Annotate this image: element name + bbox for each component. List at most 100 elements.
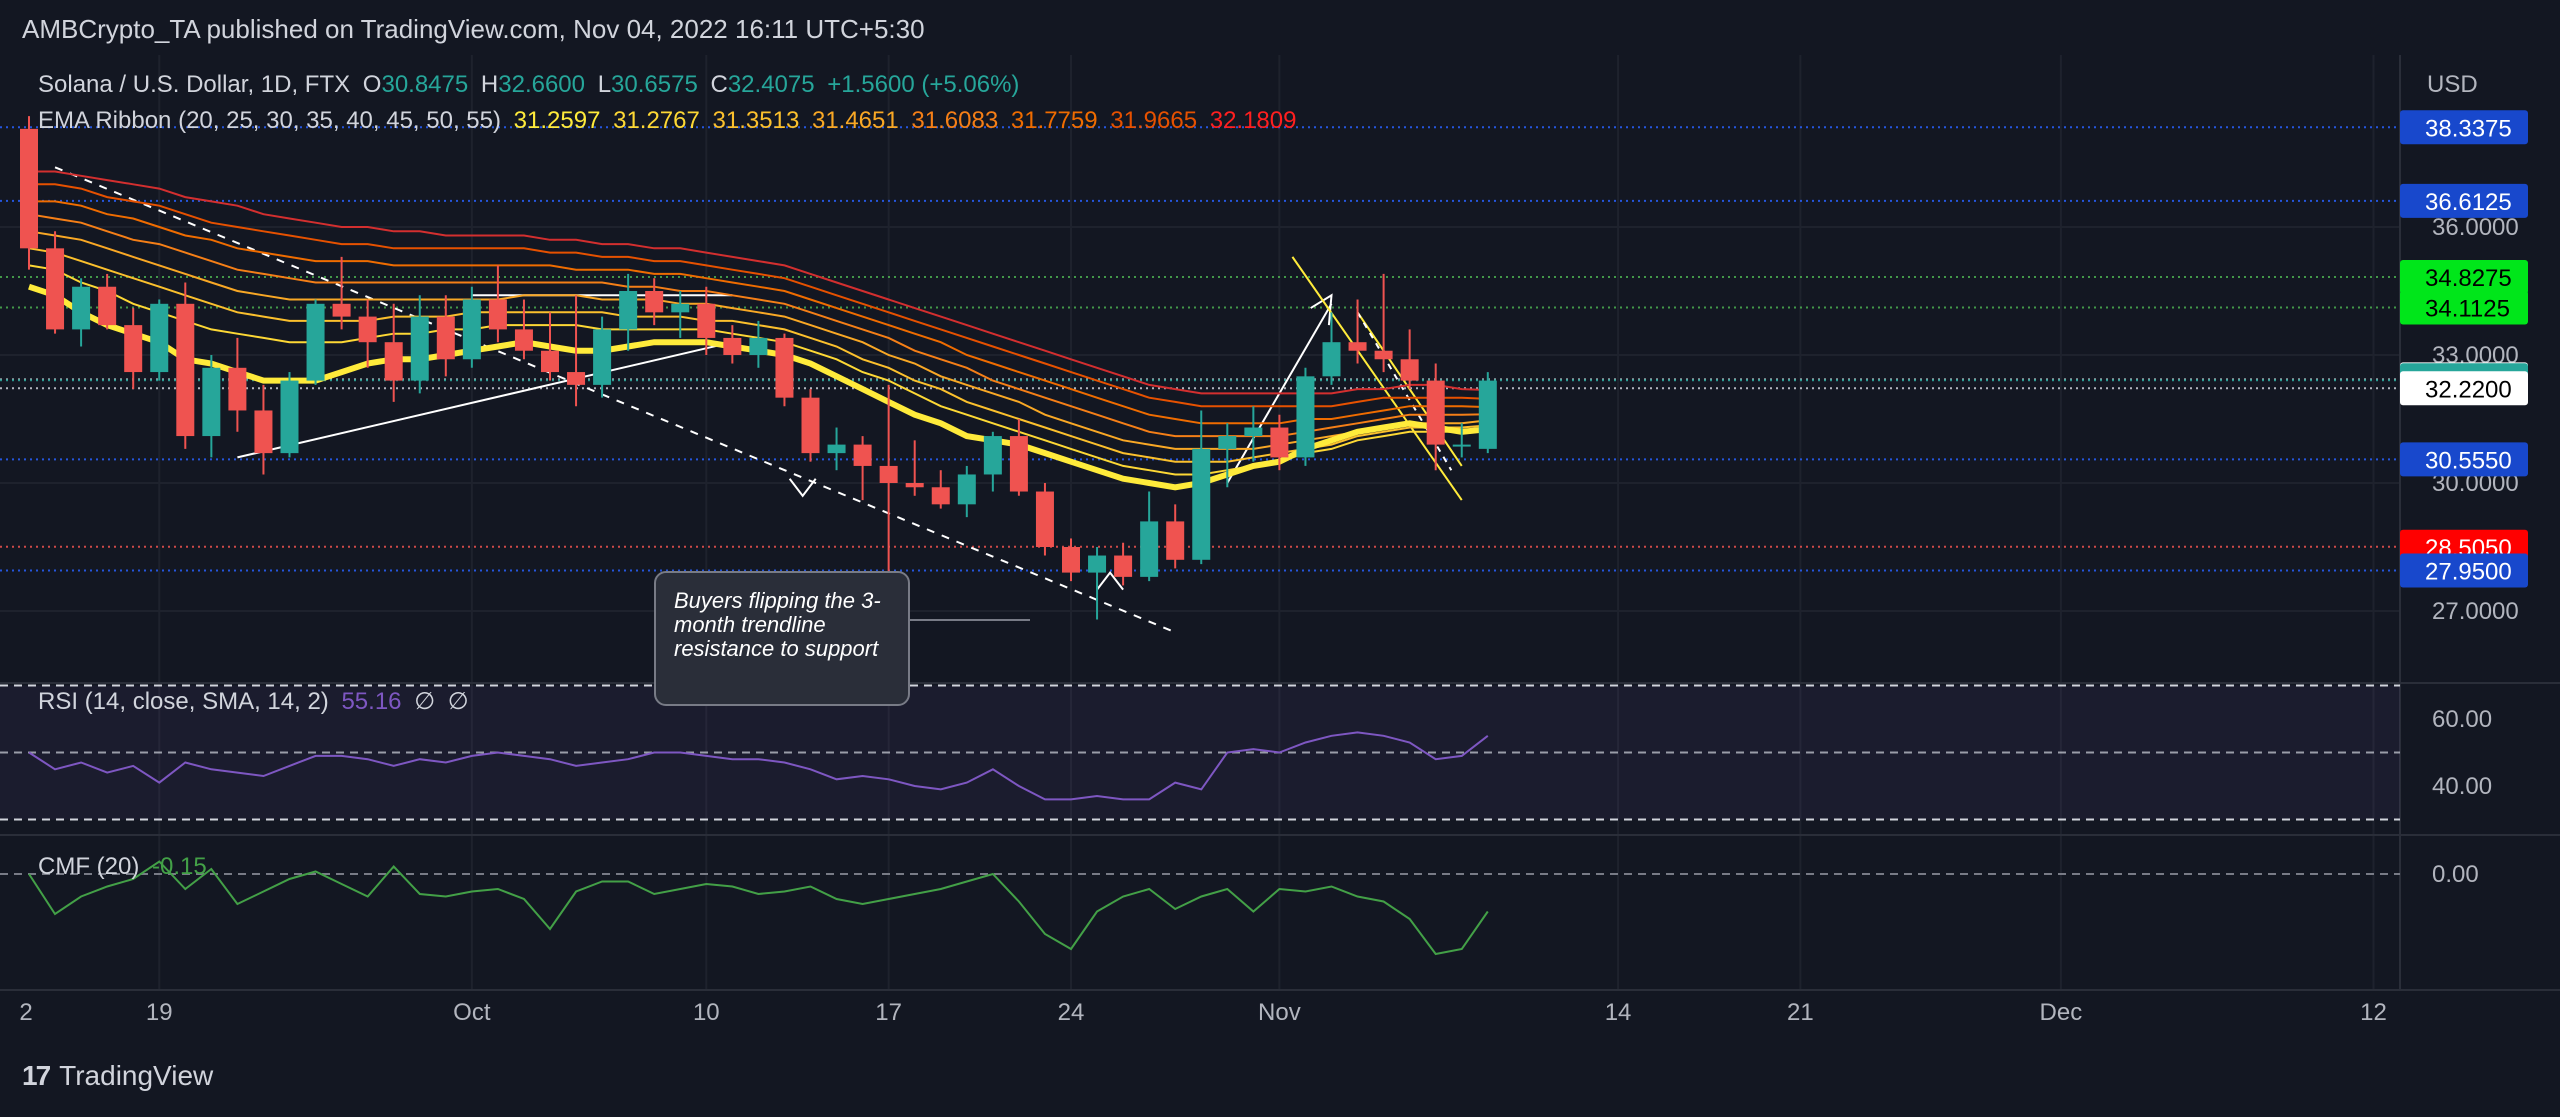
rsi-tick-label: 40.00: [2432, 773, 2492, 800]
candle: [1374, 273, 1393, 373]
candle-body: [1452, 444, 1471, 447]
candle: [254, 384, 273, 475]
candle-body: [827, 444, 846, 454]
candle: [1088, 547, 1107, 620]
candle: [775, 333, 794, 407]
candle-body: [541, 350, 559, 373]
candle: [905, 440, 924, 496]
time-tick-label: 24: [1058, 999, 1085, 1026]
price-level-tag: 32.2200: [2400, 371, 2528, 406]
price-tick-label: 36.0000: [2432, 214, 2519, 241]
rsi-tick-label: 60.00: [2432, 706, 2492, 733]
candle-body: [488, 299, 507, 330]
time-tick-label: Nov: [1258, 999, 1301, 1026]
candle-body: [436, 316, 455, 360]
close-value: 32.4075: [727, 71, 815, 98]
candle-body: [150, 303, 169, 373]
ema-value: 31.4651: [811, 107, 899, 134]
tradingview-brand: TradingView: [59, 1060, 214, 1091]
candle-body: [1348, 342, 1367, 351]
candle-body: [202, 367, 221, 437]
candle: [72, 278, 91, 347]
change-value: +1.5600 (+5.06%): [827, 71, 1020, 98]
price-level-tag: 34.1125: [2400, 290, 2528, 325]
annotation-callout: Buyers flipping the 3-month trendline re…: [654, 571, 910, 706]
tradingview-footer[interactable]: 17 TradingView: [22, 1060, 213, 1092]
candle: [1244, 406, 1263, 462]
candle-body: [1140, 521, 1159, 577]
candle-body: [98, 286, 117, 326]
time-tick-label: 21: [1787, 999, 1814, 1026]
candle-body: [905, 483, 924, 488]
candle-body: [254, 410, 273, 454]
price-chart[interactable]: USD36.000033.000030.000027.000038.337536…: [0, 55, 2560, 1055]
price-level-tag-label: 34.1125: [2425, 296, 2510, 323]
price-level-tag: 36.6125: [2400, 183, 2528, 218]
candle: [20, 116, 38, 270]
candle: [1478, 372, 1497, 454]
candle: [98, 273, 117, 330]
ema-value: 31.6083: [911, 107, 999, 134]
candle-body: [1322, 342, 1341, 377]
candle-body: [1114, 555, 1133, 577]
candle: [931, 470, 950, 509]
candle-body: [462, 299, 481, 360]
trendlines: [54, 166, 1463, 634]
candle-body: [1166, 521, 1185, 560]
candle-body: [567, 372, 586, 385]
descending-trendline: [54, 166, 1176, 634]
candle: [124, 308, 143, 390]
ema-title: EMA Ribbon (20, 25, 30, 35, 40, 45, 50, …: [38, 107, 501, 134]
ema-line: [28, 264, 1488, 476]
candle: [879, 384, 898, 594]
cmf-pane: 0.00: [0, 860, 2479, 956]
candle-body: [1035, 491, 1054, 547]
price-level-tag: 38.3375: [2400, 110, 2528, 145]
price-level-tag-label: 27.9500: [2425, 558, 2512, 585]
candle-body: [228, 367, 247, 411]
chart-area[interactable]: USD 36.0000 33.0000 30.0000 27.0000 38.3375 36…: [0, 55, 2560, 1055]
rsi-legend: RSI (14, close, SMA, 14, 2) 55.16 ∅ ∅: [38, 687, 475, 716]
candle-body: [775, 337, 794, 398]
time-tick-label: 17: [875, 999, 902, 1026]
candle: [853, 436, 872, 501]
candle: [1348, 299, 1367, 364]
cmf-tick-label: 0.00: [2432, 861, 2479, 888]
candle-body: [1088, 555, 1107, 573]
publisher-line: AMBCrypto_TA published on TradingView.co…: [22, 14, 925, 44]
price-level-tag: 30.5550: [2400, 442, 2528, 477]
candle-body: [410, 316, 429, 381]
candle-body: [20, 128, 38, 249]
candle-body: [1426, 380, 1445, 445]
candle-body: [1374, 350, 1393, 360]
low-label: L: [597, 71, 612, 98]
candle-body: [1270, 427, 1289, 458]
high-value: 32.6600: [498, 71, 586, 98]
candle-body: [1244, 427, 1263, 437]
candle-body: [1400, 359, 1419, 381]
price-level-tag-label: 34.8275: [2425, 265, 2512, 292]
cmf-legend: CMF (20) -0.15: [38, 853, 213, 881]
candle: [1400, 329, 1419, 390]
low-value: 30.6575: [611, 71, 698, 98]
candle: [1114, 542, 1133, 586]
candle: [176, 282, 195, 449]
candle-body: [332, 303, 351, 317]
candle-body: [280, 380, 299, 454]
ema-value: 31.7759: [1010, 107, 1098, 134]
time-tick-label: 14: [1605, 999, 1632, 1026]
ema-legend: EMA Ribbon (20, 25, 30, 35, 40, 45, 50, …: [38, 107, 1302, 135]
candle: [1140, 491, 1159, 582]
candle-body: [697, 303, 716, 338]
close-label: C: [710, 71, 728, 98]
price-axis: USD36.000033.000030.000027.000038.337536…: [2400, 71, 2528, 625]
candle-body: [176, 303, 195, 437]
candle: [1192, 410, 1211, 565]
rsi-extra-value: ∅: [414, 688, 436, 715]
candle: [749, 320, 768, 368]
candle: [358, 299, 377, 368]
time-tick-label: 2: [19, 999, 32, 1026]
cmf-value: -0.15: [152, 853, 207, 880]
candle-body: [514, 329, 533, 351]
candle-body: [593, 329, 612, 385]
